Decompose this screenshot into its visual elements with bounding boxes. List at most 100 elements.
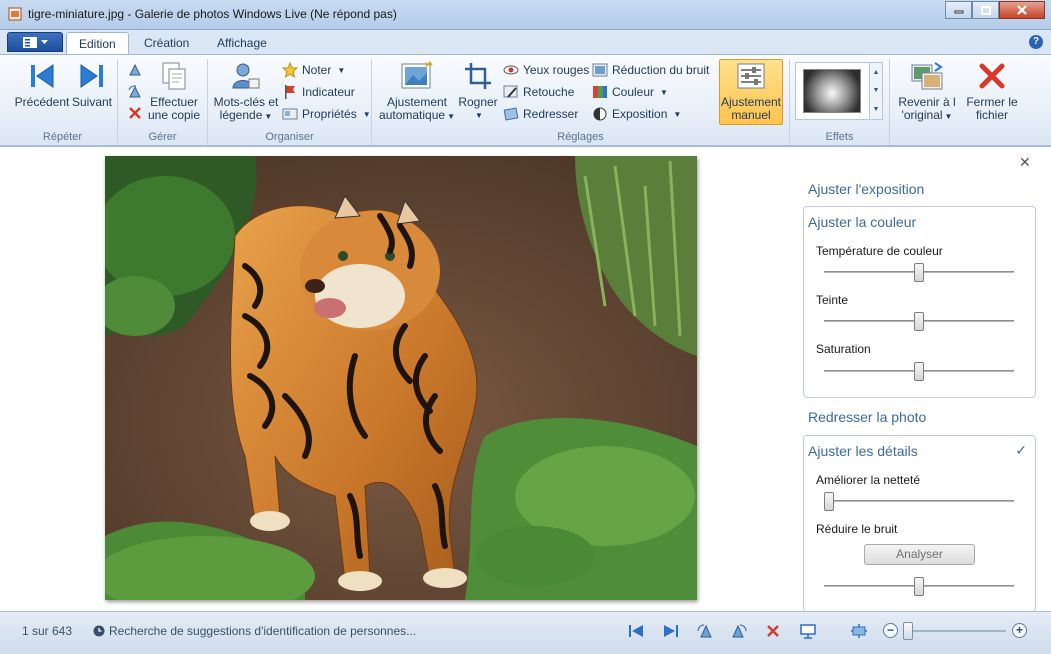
next-icon bbox=[76, 60, 108, 92]
zoom-in-button[interactable]: + bbox=[1012, 623, 1027, 638]
effect-thumbnail-bw[interactable] bbox=[803, 69, 861, 113]
revenir-original-button[interactable]: Revenir à l 'original ▼ bbox=[896, 60, 958, 123]
maximize-button[interactable] bbox=[972, 1, 999, 19]
indicateur-button[interactable]: Indicateur bbox=[282, 84, 355, 100]
expanded-check-icon: ✓ bbox=[1015, 442, 1027, 458]
saturation-slider-track[interactable] bbox=[824, 362, 1014, 381]
yeux-rouges-button[interactable]: Yeux rouges bbox=[503, 62, 589, 78]
close-window-button[interactable] bbox=[999, 1, 1045, 19]
delete-small-icon bbox=[767, 625, 779, 637]
next-small-icon bbox=[664, 625, 678, 637]
status-next-button[interactable] bbox=[661, 621, 681, 641]
help-icon[interactable]: ? bbox=[1029, 35, 1043, 49]
previous-icon bbox=[26, 60, 58, 92]
mots-cles-label-2: légende ▼ bbox=[219, 108, 273, 122]
teinte-slider-thumb[interactable] bbox=[914, 312, 924, 331]
saturation-label: Saturation bbox=[816, 342, 871, 356]
status-delete-button[interactable] bbox=[763, 621, 783, 641]
fermer-label-2: fichier bbox=[975, 108, 1008, 122]
group-label-gerer: Gérer bbox=[148, 131, 177, 143]
noter-label: Noter bbox=[302, 63, 332, 77]
ajuster-details-header[interactable]: Ajuster les détails bbox=[808, 443, 918, 459]
redresser-photo-header[interactable]: Redresser la photo bbox=[808, 409, 926, 425]
yeux-rouges-label: Yeux rouges bbox=[523, 63, 590, 77]
proprietes-button[interactable]: Propriétés ▼ bbox=[282, 106, 371, 122]
group-label-reglages: Réglages bbox=[557, 131, 604, 143]
sliders-icon bbox=[735, 60, 767, 92]
bruit-slider-track[interactable] bbox=[824, 577, 1014, 596]
redresser-label: Redresser bbox=[523, 107, 579, 121]
zoom-out-button[interactable]: − bbox=[883, 623, 898, 638]
minimize-button[interactable] bbox=[945, 1, 972, 19]
clock-icon bbox=[93, 625, 105, 637]
rotate-right-button[interactable] bbox=[127, 84, 143, 100]
status-rotate-left-button[interactable] bbox=[695, 621, 715, 641]
scroll-up-icon[interactable]: ▲ bbox=[873, 69, 880, 76]
suivant-button[interactable]: Suivant bbox=[70, 60, 114, 109]
nettete-label: Améliorer la netteté bbox=[816, 473, 921, 487]
tab-edition[interactable]: Edition bbox=[66, 32, 129, 54]
delete-button[interactable] bbox=[127, 105, 143, 121]
rotate-left-icon bbox=[127, 62, 143, 78]
fermer-fichier-button[interactable]: Fermer le fichier bbox=[962, 60, 1022, 122]
precedent-button[interactable]: Précédent bbox=[14, 60, 70, 109]
scroll-down-icon[interactable]: ▼ bbox=[873, 87, 880, 94]
crop-icon bbox=[462, 60, 494, 92]
nettete-slider-thumb[interactable] bbox=[824, 492, 834, 511]
effectuer-copie-button[interactable]: Effectuer une copie bbox=[146, 60, 202, 122]
tab-affichage[interactable]: Affichage bbox=[205, 32, 279, 54]
exposition-button[interactable]: Exposition ▼ bbox=[592, 106, 681, 122]
status-previous-button[interactable] bbox=[626, 621, 646, 641]
reduire-bruit-label: Réduire le bruit bbox=[816, 522, 898, 536]
status-message: Recherche de suggestions d'identificatio… bbox=[93, 624, 416, 638]
mots-cles-button[interactable]: Mots-clés et légende ▼ bbox=[212, 60, 280, 123]
color-icon bbox=[592, 84, 608, 100]
group-label-organiser: Organiser bbox=[265, 131, 314, 143]
details-adjust-box: Ajuster les détails ✓ Améliorer la nette… bbox=[803, 435, 1036, 612]
zoom-slider-track[interactable] bbox=[906, 630, 1006, 632]
rogner-button[interactable]: Rogner ▼ bbox=[457, 60, 499, 122]
temperature-slider-track[interactable] bbox=[824, 263, 1014, 282]
rotate-right-icon bbox=[127, 84, 143, 100]
bruit-slider-thumb[interactable] bbox=[914, 577, 924, 596]
status-fit-button[interactable] bbox=[849, 621, 869, 641]
effects-gallery[interactable]: ▲ ▼ ▼ bbox=[795, 62, 883, 120]
app-menu-button[interactable] bbox=[7, 32, 63, 52]
reduction-bruit-button[interactable]: Réduction du bruit bbox=[592, 62, 709, 78]
teinte-slider-track[interactable] bbox=[824, 312, 1014, 331]
rogner-label: Rogner bbox=[458, 95, 498, 109]
previous-small-icon bbox=[629, 625, 643, 637]
group-label-effets: Effets bbox=[825, 131, 854, 143]
effects-scrollbar[interactable]: ▲ ▼ ▼ bbox=[869, 63, 882, 119]
saturation-slider-thumb[interactable] bbox=[914, 362, 924, 381]
flag-icon bbox=[282, 84, 298, 100]
slideshow-icon bbox=[800, 624, 816, 639]
status-slideshow-button[interactable] bbox=[798, 621, 818, 641]
tab-creation[interactable]: Création bbox=[132, 32, 201, 54]
auto-adjust-icon bbox=[401, 60, 433, 92]
ajustement-auto-button[interactable]: Ajustement automatique ▼ bbox=[378, 60, 456, 123]
ajustement-manuel-content[interactable]: Ajustement manuel bbox=[719, 60, 783, 122]
close-panel-icon[interactable]: ✕ bbox=[1019, 154, 1031, 171]
ajuster-couleur-header[interactable]: Ajuster la couleur bbox=[808, 214, 916, 230]
ajustauto-label-2: automatique ▼ bbox=[379, 108, 455, 122]
retouch-icon bbox=[503, 84, 519, 100]
analyser-button[interactable]: Analyser bbox=[864, 544, 975, 565]
status-rotate-right-button[interactable] bbox=[729, 621, 749, 641]
temperature-slider-thumb[interactable] bbox=[914, 263, 924, 282]
noter-button[interactable]: Noter ▼ bbox=[282, 62, 345, 78]
expand-gallery-icon[interactable]: ▼ bbox=[873, 106, 880, 113]
star-icon bbox=[282, 62, 298, 78]
retouche-button[interactable]: Retouche bbox=[503, 84, 574, 100]
revenir-label-2-text: 'original bbox=[901, 108, 943, 122]
window-title: tigre-miniature.jpg - Galerie de photos … bbox=[28, 7, 397, 21]
ajuster-exposition-header[interactable]: Ajuster l'exposition bbox=[808, 181, 924, 197]
redresser-button[interactable]: Redresser bbox=[503, 106, 578, 122]
couleur-button[interactable]: Couleur ▼ bbox=[592, 84, 668, 100]
title-bar: tigre-miniature.jpg - Galerie de photos … bbox=[0, 0, 1051, 30]
zoom-slider-thumb[interactable] bbox=[903, 622, 913, 640]
color-adjust-box: Ajuster la couleur Température de couleu… bbox=[803, 206, 1036, 398]
rotate-left-button[interactable] bbox=[127, 62, 143, 78]
photo-gallery-app-icon[interactable] bbox=[8, 7, 22, 21]
nettete-slider-track[interactable] bbox=[824, 492, 1014, 511]
